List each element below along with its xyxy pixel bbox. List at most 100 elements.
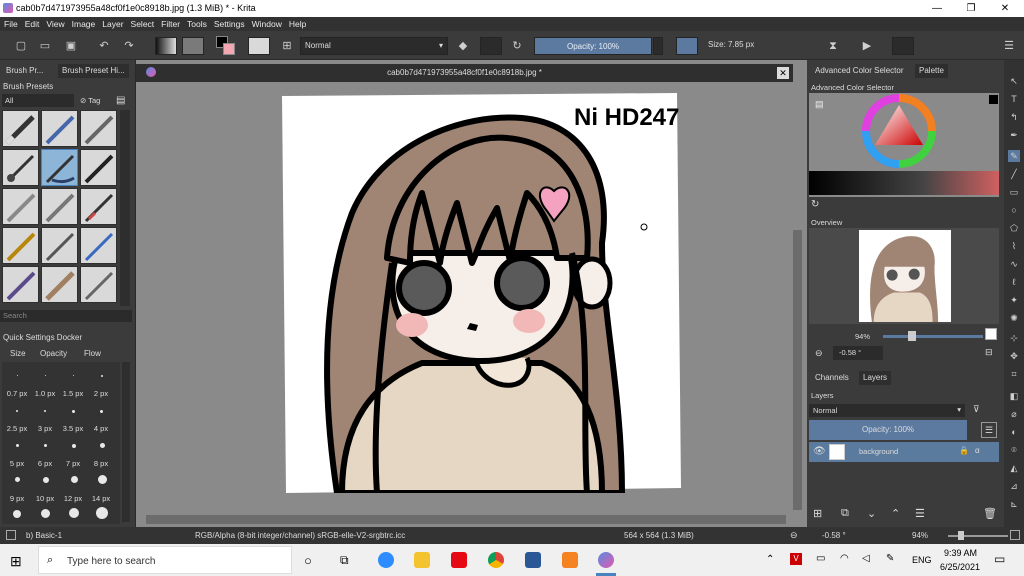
brush-preset[interactable] <box>2 149 39 186</box>
color-picker-icon[interactable]: ⌀ <box>1008 408 1020 420</box>
brush-settings-icon[interactable]: ⊞ <box>280 39 294 53</box>
file-explorer-icon[interactable] <box>414 552 430 568</box>
opacity-slider[interactable]: Opacity: 100% <box>534 37 652 55</box>
tab-brush-preset-history[interactable]: Brush Preset Hi... <box>58 64 129 78</box>
tag-dropdown[interactable]: ⊘ Tag <box>80 96 100 105</box>
redo-icon[interactable]: ↷ <box>122 39 136 53</box>
move-layer-down-icon[interactable]: ⌄ <box>867 507 876 520</box>
move-tool-icon[interactable]: ✥ <box>1008 350 1020 362</box>
tab-palette[interactable]: Palette <box>915 64 948 78</box>
size-option[interactable]: 2.5 px <box>4 424 30 433</box>
menu-edit[interactable]: Edit <box>21 17 43 29</box>
bezier-tool-icon[interactable]: ∿ <box>1008 258 1020 270</box>
size-option[interactable]: 3 px <box>32 424 58 433</box>
menu-window[interactable]: Window <box>248 17 285 29</box>
brush-preset[interactable] <box>41 110 78 147</box>
clock-time[interactable]: 9:39 AM <box>944 548 977 558</box>
preserve-alpha-button[interactable] <box>480 37 502 55</box>
move-layer-up-icon[interactable]: ⌃ <box>891 507 900 520</box>
layer-opacity-slider[interactable]: Opacity: 100% <box>809 420 967 440</box>
layer-filter-icon[interactable]: ⊽ <box>973 404 980 415</box>
colorize-mask-icon[interactable]: ◐ <box>1008 426 1020 438</box>
size-option[interactable]: 3.5 px <box>60 424 86 433</box>
brush-preset[interactable] <box>2 188 39 225</box>
wifi-icon[interactable]: ◠ <box>840 553 849 564</box>
duplicate-layer-icon[interactable]: ⧉ <box>841 507 849 520</box>
alpha-lock-icon[interactable]: α <box>975 446 980 455</box>
smart-patch-icon[interactable]: ⌾ <box>1008 444 1020 456</box>
size-option[interactable]: 4 px <box>88 424 114 433</box>
brush-filter-dropdown[interactable]: All <box>2 94 74 107</box>
document-tab[interactable]: cab0b7d471973955a48cf0f1e0c8918b.jpg * ✕ <box>136 64 793 82</box>
size-option[interactable]: 6 px <box>32 459 58 468</box>
size-option[interactable]: 2 px <box>88 389 114 398</box>
docker-menu-icon[interactable]: ☰ <box>1002 39 1016 53</box>
status-fit-icon[interactable] <box>1010 530 1020 540</box>
rotate-icon[interactable]: ⊖ <box>815 348 823 359</box>
undo-icon[interactable]: ↶ <box>97 39 111 53</box>
eye-visible-icon[interactable]: 👁 <box>813 446 826 457</box>
canvas-h-scrollbar[interactable] <box>146 515 786 524</box>
tray-app-icon[interactable]: V <box>790 553 802 565</box>
brush-preset[interactable] <box>80 266 117 303</box>
multibrush-icon[interactable]: ✺ <box>1008 312 1020 324</box>
menu-tools[interactable]: Tools <box>183 17 210 29</box>
zoom-slider[interactable] <box>883 335 983 338</box>
tab-brush-presets[interactable]: Brush Pr... <box>2 64 48 78</box>
menu-help[interactable]: Help <box>285 17 309 29</box>
edit-shapes-icon[interactable]: ↰ <box>1008 111 1020 123</box>
brush-preset[interactable] <box>41 227 78 264</box>
brush-grid-scrollbar[interactable] <box>120 110 130 306</box>
layer-row[interactable]: 👁 background 🔒 α <box>809 442 999 462</box>
hue-ring[interactable] <box>861 93 937 169</box>
delete-layer-icon[interactable]: 🗑 <box>983 507 997 520</box>
menu-layer[interactable]: Layer <box>98 17 126 29</box>
minimize-button[interactable]: — <box>920 0 954 17</box>
cortana-icon[interactable]: ○ <box>304 553 312 568</box>
brush-preset[interactable] <box>2 110 39 147</box>
layer-settings-icon[interactable]: ☰ <box>915 507 925 520</box>
lock-icon[interactable]: 🔒 <box>959 446 969 455</box>
preset-view-icon[interactable]: ▤ <box>116 95 125 106</box>
add-layer-icon[interactable]: ⊞ <box>813 507 822 520</box>
zoom-slider-handle[interactable] <box>908 331 916 341</box>
polyline-tool-icon[interactable]: ⌇ <box>1008 240 1020 252</box>
pattern-selector[interactable] <box>182 37 204 55</box>
brush-search-input[interactable]: Search <box>0 310 132 322</box>
close-window-button[interactable]: ✕ <box>988 0 1022 17</box>
brush-preset[interactable] <box>2 227 39 264</box>
brush-preset[interactable] <box>80 110 117 147</box>
close-doc-icon[interactable]: ✕ <box>777 67 789 79</box>
tab-advanced-color-selector[interactable]: Advanced Color Selector <box>811 64 908 78</box>
menu-select[interactable]: Select <box>127 17 158 29</box>
blend-mode-dropdown[interactable]: Normal ▾ <box>300 37 448 55</box>
canvas-artwork[interactable]: Ni HD247 <box>282 93 682 493</box>
dynamic-brush-icon[interactable]: ✦ <box>1008 294 1020 306</box>
select-shapes-icon[interactable]: ↖ <box>1008 75 1020 87</box>
size-option[interactable]: 8 px <box>88 459 114 468</box>
maximize-button[interactable]: ❐ <box>954 0 988 17</box>
taskbar-search-box[interactable]: ⌕ Type here to search <box>38 546 292 574</box>
open-folder-icon[interactable]: ▭ <box>38 39 52 53</box>
menu-image[interactable]: Image <box>68 17 99 29</box>
color-menu-icon[interactable]: ▤ <box>815 99 824 110</box>
color-history-icon[interactable]: ↻ <box>811 199 819 210</box>
freehand-path-icon[interactable]: ℓ <box>1008 276 1020 288</box>
brush-preset-selector[interactable] <box>248 37 270 55</box>
rotation-input[interactable]: -0.58 ° <box>833 346 883 360</box>
crop-tool-icon[interactable]: ⌗ <box>1008 368 1020 380</box>
opacity-spin[interactable] <box>653 37 663 55</box>
menu-settings[interactable]: Settings <box>210 17 248 29</box>
freehand-brush-icon[interactable]: ✎ <box>1008 150 1020 162</box>
size-option[interactable]: 1.5 px <box>60 389 86 398</box>
brush-preset[interactable] <box>80 149 117 186</box>
mirror-view-icon[interactable]: ⊟ <box>985 347 993 358</box>
text-tool-icon[interactable]: T <box>1008 93 1020 105</box>
size-option[interactable]: 9 px <box>4 494 30 503</box>
language-indicator[interactable]: ENG <box>912 555 932 565</box>
size-option[interactable]: 14 px <box>88 494 114 503</box>
brush-preset[interactable] <box>2 266 39 303</box>
chrome-icon[interactable] <box>488 552 504 568</box>
line-tool-icon[interactable]: ╱ <box>1008 168 1020 180</box>
ellipse-tool-icon[interactable]: ○ <box>1008 204 1020 216</box>
